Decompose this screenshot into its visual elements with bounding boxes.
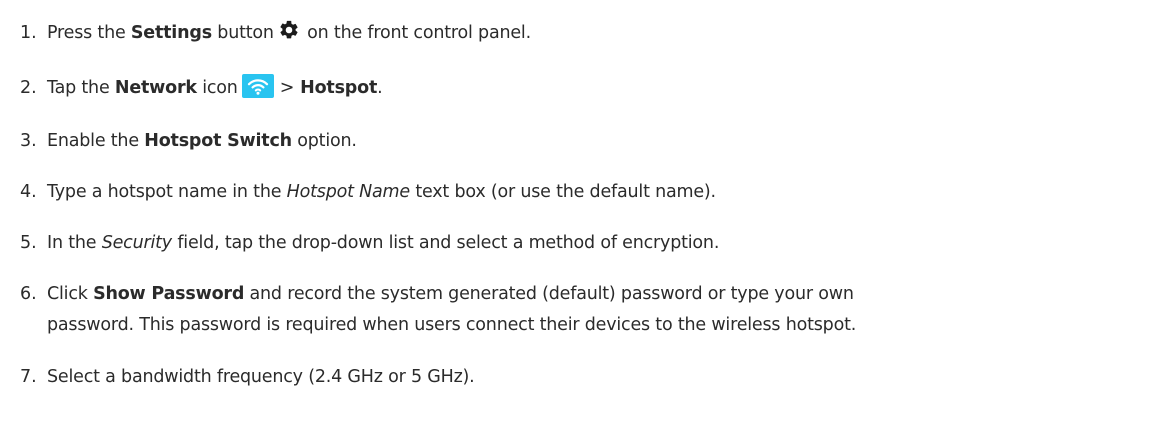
- network-label: Network: [114, 78, 197, 98]
- text-segment: icon: [196, 78, 238, 98]
- hotspot-switch-label: Hotspot Switch: [144, 131, 292, 151]
- security-label: Security: [101, 233, 172, 253]
- text-segment: Click: [47, 284, 94, 304]
- step-text: Tap the Network icon > Hotspot.: [47, 73, 1162, 103]
- text-segment: option.: [291, 131, 357, 151]
- text-segment: Type a hotspot name in the: [47, 182, 287, 202]
- step-text: Type a hotspot name in the Hotspot Name …: [47, 177, 1162, 207]
- step-text: Select a bandwidth frequency (2.4 GHz or…: [47, 367, 475, 387]
- chevron-right-icon: >: [279, 78, 295, 98]
- step-number: 1.: [20, 23, 37, 43]
- step-text: password. This password is required when…: [47, 315, 857, 335]
- text-segment: .: [377, 78, 383, 98]
- step-text: Press the Settings button on the front c…: [47, 18, 1162, 48]
- step-number: 4.: [20, 182, 37, 202]
- show-password-label: Show Password: [93, 284, 245, 304]
- hotspot-label: Hotspot: [300, 78, 378, 98]
- step-number: 6.: [20, 284, 37, 304]
- text-segment: button: [211, 23, 274, 43]
- step-number: 3.: [20, 131, 37, 151]
- text-segment: In the: [47, 233, 102, 253]
- step-number: 7.: [20, 367, 37, 387]
- hotspot-name-label: Hotspot Name: [286, 182, 411, 202]
- step-text: Click Show Password and record the syste…: [47, 279, 1162, 309]
- text-segment: on the front control panel.: [301, 23, 531, 43]
- gear-icon: [278, 19, 300, 41]
- text-segment: and record the system generated (default…: [244, 284, 854, 304]
- step-text: Enable the Hotspot Switch option.: [47, 126, 1162, 156]
- wifi-icon: [241, 74, 274, 98]
- text-segment: text box (or use the default name).: [409, 182, 716, 202]
- step-number: 2.: [20, 78, 37, 98]
- text-segment: field, tap the drop-down list and select…: [171, 233, 720, 253]
- text-segment: Enable the: [47, 131, 145, 151]
- step-number: 5.: [20, 233, 37, 253]
- text-segment: Press the: [47, 23, 131, 43]
- settings-label: Settings: [130, 23, 212, 43]
- step-text: In the Security field, tap the drop-down…: [47, 228, 1162, 258]
- text-segment: Tap the: [47, 78, 115, 98]
